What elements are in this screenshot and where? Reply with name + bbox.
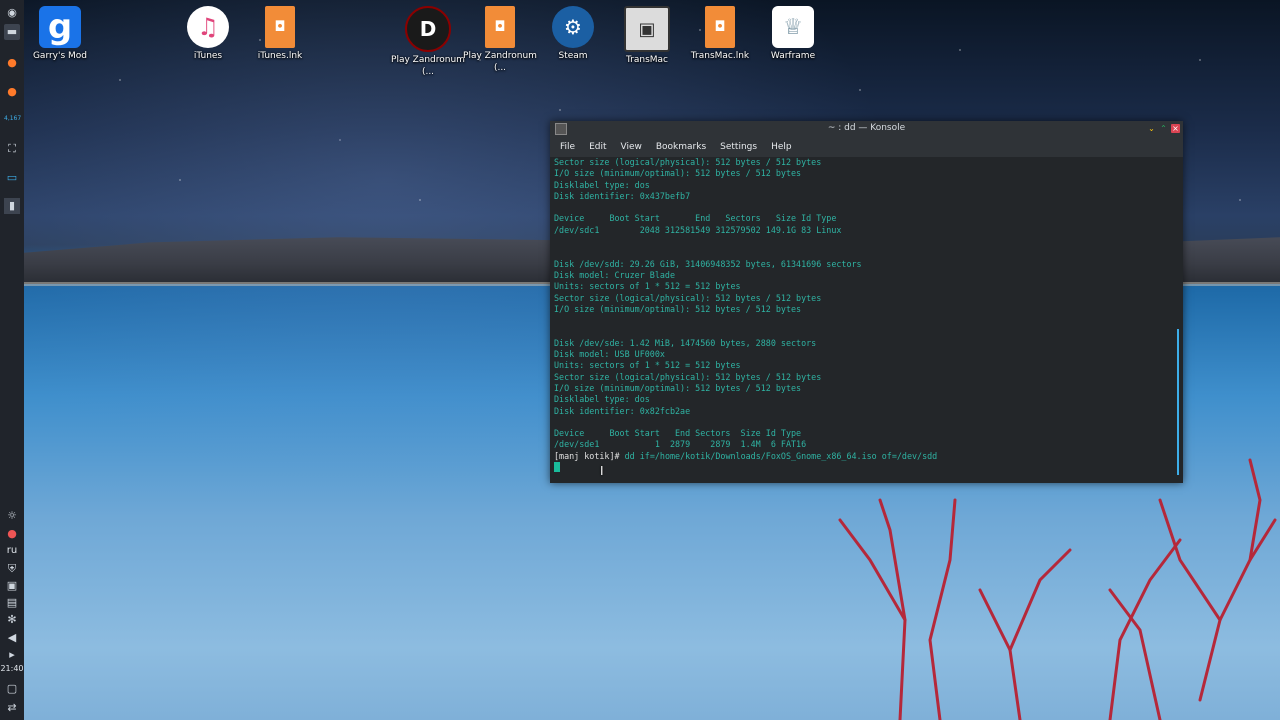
terminal-line: I/O size (minimum/optimal): 512 bytes / …: [554, 303, 802, 314]
konsole-task-icon[interactable]: ▭: [4, 170, 20, 186]
show-desktop-icon[interactable]: ▢: [4, 681, 20, 697]
desktop-icon-garrys-mod[interactable]: g Garry's Mod: [22, 0, 98, 62]
itunes-icon: ♫: [187, 6, 229, 48]
terminal-line: Device Boot Start End Sectors Size Id Ty…: [554, 213, 837, 224]
terminal-line: I/O size (minimum/optimal): 512 bytes / …: [554, 168, 802, 179]
app-launcher-icon[interactable]: ◉: [4, 5, 20, 21]
firefox-icon-2[interactable]: ●: [4, 84, 20, 100]
desktop-icon-zandronum-lnk[interactable]: ◘ Play Zandronum (...: [462, 0, 538, 74]
clock[interactable]: 21:40: [0, 664, 24, 673]
terminal-line: Units: sectors of 1 * 512 = 512 bytes: [554, 360, 741, 371]
desktop-icon-zandronum[interactable]: D Play Zandronum (...: [390, 0, 466, 78]
menu-bar: File Edit View Bookmarks Settings Help: [550, 137, 1183, 157]
terminal-line: Sector size (logical/physical): 512 byte…: [554, 292, 822, 303]
desktop-icon-transmac-lnk[interactable]: ◘ TransMac.lnk: [682, 0, 758, 62]
terminal-command-line: [manj kotik]# dd if=/home/kotik/Download…: [554, 451, 1169, 462]
screenshot-icon[interactable]: ⛶: [4, 141, 20, 157]
desktop-icon-label: TransMac: [625, 55, 668, 65]
terminal-line: /dev/sde1 1 2879 2879 1.4M 6 FAT16: [554, 439, 807, 450]
warframe-icon: ♕: [772, 6, 814, 48]
volume-icon[interactable]: ◀: [4, 630, 20, 646]
desktop-icon-steam[interactable]: ⚙ Steam: [535, 0, 611, 62]
device-icon[interactable]: ▤: [4, 595, 20, 611]
desktop-icon-warframe[interactable]: ♕ Warframe: [755, 0, 831, 62]
terminal-output[interactable]: Sector size (logical/physical): 512 byte…: [550, 157, 1173, 483]
desktop-icon-label: Play Zandronum (...: [463, 51, 537, 73]
network-icon[interactable]: ✻: [4, 612, 20, 628]
opera-icon[interactable]: ●: [4, 526, 20, 542]
desktop-icon-itunes-lnk[interactable]: ◘ iTunes.lnk: [242, 0, 318, 62]
steam-icon: ⚙: [552, 6, 594, 48]
shield-icon[interactable]: ⛨: [4, 561, 20, 577]
window-title: ~ : dd — Konsole: [827, 123, 906, 133]
menu-settings[interactable]: Settings: [720, 142, 757, 152]
close-icon[interactable]: ×: [1171, 124, 1180, 133]
update-badge[interactable]: 4,167: [4, 111, 21, 127]
terminal-line: I/O size (minimum/optimal): 512 bytes / …: [554, 382, 802, 393]
menu-view[interactable]: View: [621, 142, 642, 152]
scrollbar-thumb[interactable]: [1177, 329, 1179, 475]
desktop-icon-itunes[interactable]: ♫ iTunes: [170, 0, 246, 62]
ibeam-cursor-icon: I: [600, 464, 604, 478]
desktop-icon-label: Warframe: [770, 51, 816, 61]
menu-help[interactable]: Help: [771, 142, 792, 152]
desktop-icon-label: iTunes: [193, 51, 223, 61]
firefox-icon[interactable]: ●: [4, 55, 20, 71]
expand-tray-icon[interactable]: ▸: [4, 647, 20, 663]
terminal-cursor-line[interactable]: [554, 462, 1169, 473]
terminal-line: Disklabel type: dos: [554, 394, 650, 405]
menu-bookmarks[interactable]: Bookmarks: [656, 142, 706, 152]
desktop-icon-label: Garry's Mod: [32, 51, 88, 61]
terminal-line: Units: sectors of 1 * 512 = 512 bytes: [554, 281, 741, 292]
text-cursor: [554, 462, 560, 473]
display-icon[interactable]: ▣: [4, 578, 20, 594]
transmac-icon: ▣: [624, 6, 670, 52]
notification-icon[interactable]: ☼: [4, 508, 20, 524]
maximize-icon[interactable]: ⌃: [1159, 124, 1168, 133]
terminal-line: Device Boot Start End Sectors Size Id Ty…: [554, 428, 802, 439]
terminal-line: Disk model: Cruzer Blade: [554, 269, 676, 280]
menu-edit[interactable]: Edit: [589, 142, 606, 152]
pager-icon[interactable]: ▮: [4, 198, 20, 214]
desktop-icon-transmac[interactable]: ▣ TransMac: [609, 0, 685, 66]
shortcut-file-icon: ◘: [485, 6, 515, 48]
minimize-icon[interactable]: ⌄: [1147, 124, 1156, 133]
desktop-icon-label: Play Zandronum (...: [391, 55, 465, 77]
terminal-line: Disk /dev/sdd: 29.26 GiB, 31406948352 by…: [554, 258, 862, 269]
panel-settings-icon[interactable]: ⇄: [4, 700, 20, 716]
terminal-line: Disk identifier: 0x82fcb2ae: [554, 405, 691, 416]
zandronum-icon: D: [405, 6, 451, 52]
window-task-icon[interactable]: ▬: [4, 24, 20, 40]
shortcut-file-icon: ◘: [705, 6, 735, 48]
menu-file[interactable]: File: [560, 142, 575, 152]
terminal-scrollbar[interactable]: [1175, 157, 1181, 479]
terminal-line: Disk model: USB UF000x: [554, 349, 665, 360]
shell-prompt: [manj kotik]#: [554, 450, 620, 461]
terminal-line: Sector size (logical/physical): 512 byte…: [554, 157, 822, 167]
konsole-window[interactable]: ~ : dd — Konsole ⌄ ⌃ × File Edit View Bo…: [550, 121, 1183, 483]
shortcut-file-icon: ◘: [265, 6, 295, 48]
desktop-icon-label: Steam: [558, 51, 588, 61]
terminal-line: Disklabel type: dos: [554, 179, 650, 190]
left-panel: ◉ ▬ ● ● 4,167 ⛶ ▭ ▮ ☼ ● ru ⛨ ▣ ▤ ✻ ◀ ▸ 2…: [0, 0, 24, 720]
desktop-icon-label: TransMac.lnk: [690, 51, 750, 61]
window-titlebar[interactable]: ~ : dd — Konsole ⌄ ⌃ ×: [550, 121, 1183, 137]
keyboard-layout-indicator[interactable]: ru: [0, 545, 24, 556]
terminal-line: /dev/sdc1 2048 312581549 312579502 149.1…: [554, 224, 842, 235]
terminal-line: Sector size (logical/physical): 512 byte…: [554, 371, 822, 382]
desktop-icon-label: iTunes.lnk: [257, 51, 303, 61]
shell-command: dd if=/home/kotik/Downloads/FoxOS_Gnome_…: [619, 450, 938, 461]
garrys-mod-icon: g: [39, 6, 81, 48]
terminal-line: Disk identifier: 0x437befb7: [554, 190, 691, 201]
terminal-line: Disk /dev/sde: 1.42 MiB, 1474560 bytes, …: [554, 337, 817, 348]
